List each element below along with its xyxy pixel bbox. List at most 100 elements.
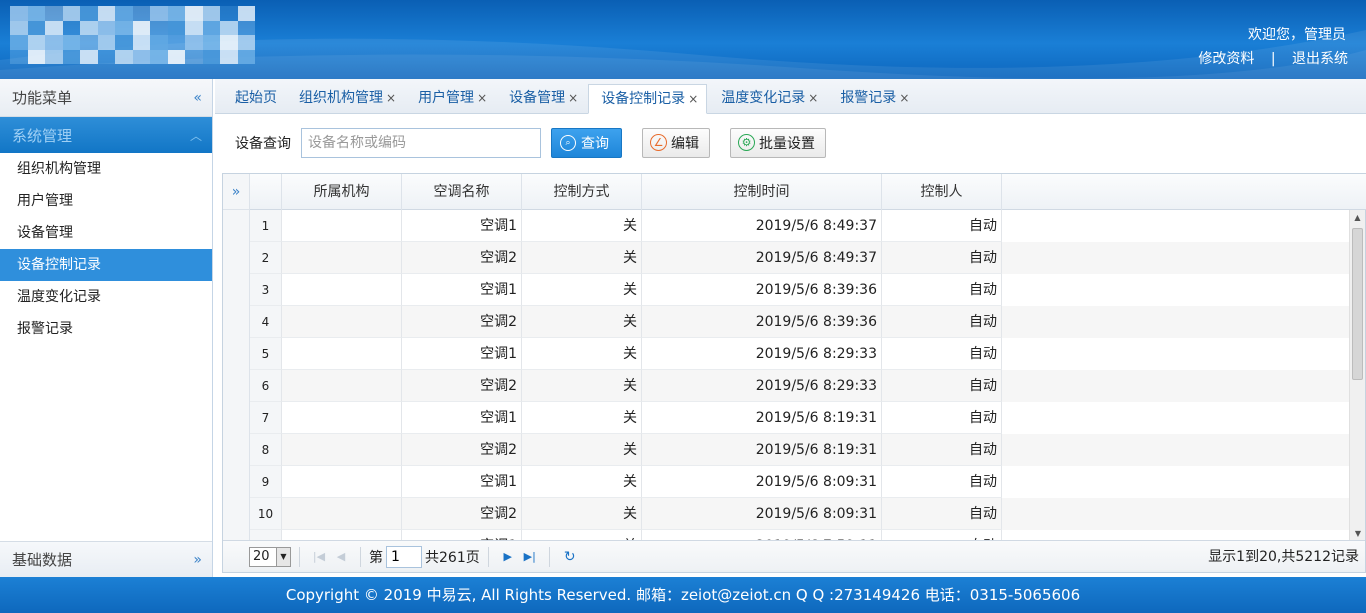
- sidebar-item-alarm-log[interactable]: 报警记录: [0, 313, 212, 345]
- sidebar-item-devices[interactable]: 设备管理: [0, 217, 212, 249]
- batch-settings-button[interactable]: ⚙ 批量设置: [730, 127, 826, 158]
- edit-button[interactable]: ∠ 编辑: [642, 127, 710, 158]
- toolbar: 设备查询 ⌕ 查询 ∠ 编辑 ⚙ 批量设置: [215, 114, 1366, 171]
- sidebar-item-device-control-log[interactable]: 设备控制记录: [0, 249, 212, 281]
- close-icon[interactable]: ×: [477, 91, 487, 105]
- logo-pixel: [115, 35, 133, 50]
- close-icon[interactable]: ×: [568, 91, 578, 105]
- query-button[interactable]: ⌕ 查询: [551, 127, 622, 158]
- logo-pixel: [202, 20, 220, 35]
- sidebar-group-basic-data[interactable]: 基础数据 »: [0, 541, 212, 577]
- cell-name: 空调1: [402, 466, 522, 498]
- close-icon[interactable]: ×: [688, 92, 698, 106]
- logo-pixel: [185, 20, 203, 35]
- logo-pixel: [167, 35, 185, 50]
- column-header-mode[interactable]: 控制方式: [522, 174, 642, 210]
- chevron-up-icon[interactable]: ︿: [190, 127, 202, 144]
- user-links: 修改资料 | 退出系统: [1198, 48, 1348, 68]
- logo-pixel: [62, 6, 80, 21]
- table-row[interactable]: 10 空调2 关 2019/5/6 8:09:31 自动: [250, 498, 1350, 530]
- collapse-sidebar-icon[interactable]: «: [193, 90, 202, 106]
- table-row[interactable]: 5 空调1 关 2019/5/6 8:29:33 自动: [250, 338, 1350, 370]
- logo-pixel: [237, 6, 255, 21]
- cell-mode: 关: [522, 498, 642, 530]
- cell-org: [282, 338, 402, 370]
- logo-pixel: [132, 49, 150, 64]
- tab-org[interactable]: 组织机构管理 ×: [287, 84, 404, 113]
- logo-pixel: [27, 20, 45, 35]
- cell-time: 2019/5/6 8:19:31: [642, 434, 882, 466]
- column-header-operator[interactable]: 控制人: [882, 174, 1002, 210]
- last-page-icon[interactable]: ▶|: [519, 550, 541, 563]
- first-page-icon[interactable]: |◀: [308, 550, 330, 563]
- row-number: 10: [250, 498, 282, 530]
- table-row[interactable]: 1 空调1 关 2019/5/6 8:49:37 自动: [250, 210, 1350, 242]
- table-row[interactable]: 4 空调2 关 2019/5/6 8:39:36 自动: [250, 306, 1350, 338]
- edit-icon: ∠: [650, 134, 667, 151]
- row-number: 9: [250, 466, 282, 498]
- logo-pixel: [220, 35, 238, 50]
- close-icon[interactable]: ×: [808, 91, 818, 105]
- refresh-icon[interactable]: ↻: [558, 549, 582, 565]
- close-icon[interactable]: ×: [386, 91, 396, 105]
- next-page-icon[interactable]: ▶: [497, 550, 519, 563]
- cell-name: 空调2: [402, 306, 522, 338]
- logo-pixel: [10, 20, 28, 35]
- row-number: 8: [250, 434, 282, 466]
- row-number: 7: [250, 402, 282, 434]
- sidebar-item-users[interactable]: 用户管理: [0, 185, 212, 217]
- tab-temperature-log[interactable]: 温度变化记录 ×: [709, 84, 826, 113]
- table-row[interactable]: 2 空调2 关 2019/5/6 8:49:37 自动: [250, 242, 1350, 274]
- table-row[interactable]: 9 空调1 关 2019/5/6 8:09:31 自动: [250, 466, 1350, 498]
- cell-org: [282, 498, 402, 530]
- search-input[interactable]: [301, 127, 541, 158]
- logo-pixel: [97, 6, 115, 21]
- logo-pixel: [115, 49, 133, 64]
- column-header-org[interactable]: 所属机构: [282, 174, 402, 210]
- logout-link[interactable]: 退出系统: [1292, 51, 1348, 67]
- prev-page-icon[interactable]: ◀: [330, 550, 352, 563]
- logo-pixel: [220, 49, 238, 64]
- pagination-bar: 20 ▼ |◀ ◀ 第 共261页 ▶ ▶| ↻ 显示1到20,共5212记录: [223, 540, 1365, 572]
- welcome-text: 欢迎您，管理员: [1248, 27, 1346, 43]
- logo-pixel: [97, 20, 115, 35]
- sidebar-group-system[interactable]: 系统管理 ︿: [0, 117, 212, 153]
- page-number-input[interactable]: [386, 545, 422, 568]
- logo-pixel: [150, 6, 168, 21]
- logo-pixel: [220, 6, 238, 21]
- vertical-scrollbar[interactable]: ▲ ▼: [1349, 210, 1365, 542]
- table-row[interactable]: 7 空调1 关 2019/5/6 8:19:31 自动: [250, 402, 1350, 434]
- main-content: 起始页 组织机构管理 × 用户管理 × 设备管理 × 设备控制记录 × 温度变化记录 × …: [215, 79, 1366, 577]
- sidebar-item-temperature-log[interactable]: 温度变化记录: [0, 281, 212, 313]
- table-row[interactable]: 3 空调1 关 2019/5/6 8:39:36 自动: [250, 274, 1350, 306]
- cell-name: 空调1: [402, 274, 522, 306]
- cell-mode: 关: [522, 370, 642, 402]
- scroll-thumb[interactable]: [1352, 228, 1363, 380]
- sidebar-item-org[interactable]: 组织机构管理: [0, 153, 212, 185]
- tab-bar: 起始页 组织机构管理 × 用户管理 × 设备管理 × 设备控制记录 × 温度变化记录 × …: [215, 79, 1366, 114]
- logo-pixel: [80, 20, 98, 35]
- cell-time: 2019/5/6 8:49:37: [642, 242, 882, 274]
- edit-profile-link[interactable]: 修改资料: [1198, 51, 1254, 67]
- expand-panel-icon[interactable]: »: [223, 174, 249, 210]
- cell-operator: 自动: [882, 498, 1002, 530]
- tab-home[interactable]: 起始页: [223, 84, 285, 113]
- page-total: 共261页: [425, 549, 480, 566]
- tab-device-control-log[interactable]: 设备控制记录 ×: [588, 84, 708, 114]
- tab-alarm-log[interactable]: 报警记录 ×: [828, 84, 917, 113]
- logo-pixel: [62, 20, 80, 35]
- column-header-name[interactable]: 空调名称: [402, 174, 522, 210]
- cell-mode: 关: [522, 338, 642, 370]
- page-size-select[interactable]: 20 ▼: [249, 546, 291, 567]
- close-icon[interactable]: ×: [899, 91, 909, 105]
- cell-org: [282, 466, 402, 498]
- tab-devices[interactable]: 设备管理 ×: [497, 84, 586, 113]
- table-row[interactable]: 6 空调2 关 2019/5/6 8:29:33 自动: [250, 370, 1350, 402]
- scroll-up-icon[interactable]: ▲: [1350, 210, 1365, 226]
- column-header-time[interactable]: 控制时间: [642, 174, 882, 210]
- logo-pixel: [10, 6, 28, 21]
- tab-users[interactable]: 用户管理 ×: [406, 84, 495, 113]
- table-row[interactable]: 8 空调2 关 2019/5/6 8:19:31 自动: [250, 434, 1350, 466]
- expand-down-icon[interactable]: »: [193, 552, 202, 568]
- tab-label: 组织机构管理: [299, 90, 383, 106]
